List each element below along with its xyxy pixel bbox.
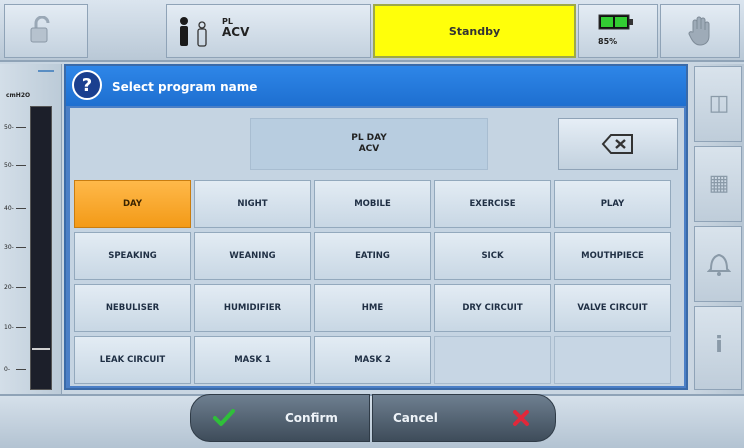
program-key-empty [554,336,671,384]
help-icon[interactable]: ? [72,70,102,100]
cancel-label: Cancel [393,411,438,425]
dialog-title: Select program name [112,80,258,94]
sidebar-button-info[interactable]: i [694,306,742,390]
sidebar-button-lungs[interactable]: ◫ [694,66,742,142]
program-key-mask-1[interactable]: MASK 1 [194,336,311,384]
program-key-mask-2[interactable]: MASK 2 [314,336,431,384]
info-icon: i [715,333,723,358]
scale-tick: 40- [4,205,26,212]
program-key-nebuliser[interactable]: NEBULISER [74,284,191,332]
checkmark-icon [213,409,235,426]
program-key-dry-circuit[interactable]: DRY CIRCUIT [434,284,551,332]
hand-icon [688,16,710,46]
unlock-icon [30,16,50,43]
scale-tick: 50- [4,162,26,169]
program-key-day[interactable]: DAY [74,180,191,228]
sidebar-button-alarms[interactable] [694,226,742,302]
settings-icon: ▦ [708,171,730,196]
backspace-icon [601,134,633,154]
bell-icon [706,253,732,276]
sidebar-button-settings[interactable]: ▦ [694,146,742,222]
battery-percent: 85% [598,37,618,46]
program-key-night[interactable]: NIGHT [194,180,311,228]
scale-tick: 20- [4,284,26,291]
program-key-empty [434,336,551,384]
scale-tick: 30- [4,244,26,251]
status-indicator: Standby [373,4,576,58]
confirm-button[interactable]: Confirm [190,394,370,442]
cancel-button[interactable]: Cancel [372,394,556,442]
program-key-eating[interactable]: EATING [314,232,431,280]
battery-icon [598,14,633,30]
confirm-label: Confirm [285,411,338,425]
program-key-humidifier[interactable]: HUMIDIFIER [194,284,311,332]
x-icon [512,410,529,426]
program-key-valve-circuit[interactable]: VALVE CIRCUIT [554,284,671,332]
program-key-hme[interactable]: HME [314,284,431,332]
preview-line2: ACV [358,144,380,154]
program-key-weaning[interactable]: WEANING [194,232,311,280]
program-key-leak-circuit[interactable]: LEAK CIRCUIT [74,336,191,384]
program-key-mouthpiece[interactable]: MOUTHPIECE [554,232,671,280]
program-key-sick[interactable]: SICK [434,232,551,280]
backspace-button[interactable] [558,118,678,170]
program-key-play[interactable]: PLAY [554,180,671,228]
preview-line1: PL DAY [351,133,387,143]
person-icon [180,17,207,47]
program-key-exercise[interactable]: EXERCISE [434,180,551,228]
pressure-unit: cmH2O [6,92,31,99]
patient-mode-text: PL ACV [222,16,249,38]
scale-tick: 10- [4,324,26,331]
scale-tick: 0- [4,366,26,373]
pressure-scale: 50- 50- 40- 30- 20- 10- 0- [4,104,32,394]
program-name-preview: PL DAY ACV [250,118,488,170]
patient-mode: ACV [222,25,250,39]
monitor-indicator-line [38,70,54,72]
program-key-mobile[interactable]: MOBILE [314,180,431,228]
lungs-icon: ◫ [708,91,730,116]
program-key-speaking[interactable]: SPEAKING [74,232,191,280]
pressure-level-line [32,348,50,350]
scale-tick: 50- [4,124,26,131]
